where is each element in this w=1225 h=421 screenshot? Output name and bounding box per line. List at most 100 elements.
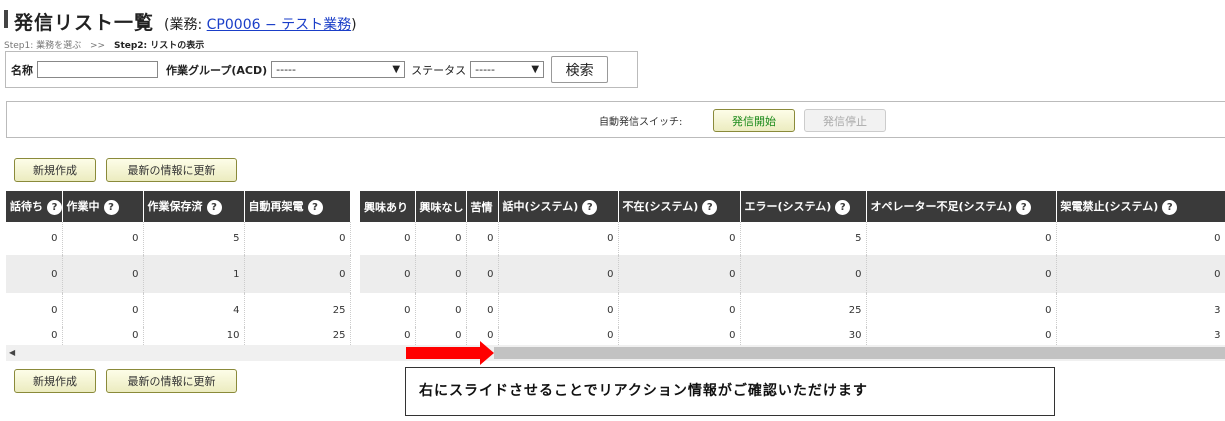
- red-arrow-icon: [406, 341, 494, 365]
- new-button-bottom[interactable]: 新規作成: [14, 369, 96, 393]
- name-input[interactable]: [37, 61, 158, 78]
- table-header-row: 話待ち? 作業中? 作業保存済? 自動再架電? 興味あり 興味なし 苦情 話中(システム)? 不…: [6, 191, 1225, 222]
- table-cell: 0: [866, 222, 1057, 255]
- group-label: 作業グループ(ACD): [166, 63, 268, 77]
- table-cell: 25: [244, 327, 351, 345]
- table-cell: 3: [1056, 293, 1225, 327]
- column-header-label: 作業保存済: [147, 200, 203, 214]
- help-icon[interactable]: ?: [47, 199, 61, 215]
- table-cell: 0: [866, 327, 1057, 345]
- help-icon[interactable]: ?: [1162, 199, 1178, 215]
- column-header-label: 架電禁止(システム): [1060, 200, 1159, 214]
- stop-dial-button: 発信停止: [804, 109, 886, 132]
- table-cell: 0: [62, 327, 144, 345]
- refresh-button-top[interactable]: 最新の情報に更新: [106, 158, 237, 182]
- new-button-top[interactable]: 新規作成: [14, 158, 96, 182]
- table-cell: 0: [360, 222, 416, 255]
- page-header: 発信リスト一覧 (業務: CP0006 − テスト業務): [4, 8, 357, 34]
- scroll-left-icon[interactable]: ◀: [9, 348, 15, 357]
- column-header-label: 興味あり: [364, 200, 408, 214]
- title-accent-bar: [4, 10, 8, 28]
- table-cell: 0: [6, 327, 63, 345]
- business-suffix: ): [351, 17, 357, 33]
- table-cell: 0: [466, 255, 499, 293]
- table-cell: 4: [143, 293, 245, 327]
- column-header: 自動再架電?: [244, 191, 351, 222]
- column-header: 興味なし: [415, 191, 467, 222]
- column-header: 興味あり: [360, 191, 416, 222]
- auto-dial-panel: 自動発信スイッチ: 発信開始 発信停止: [6, 101, 1225, 138]
- help-icon[interactable]: ?: [307, 199, 323, 215]
- table-cell: 0: [866, 255, 1057, 293]
- search-button[interactable]: 検索: [551, 56, 609, 83]
- auto-dial-label: 自動発信スイッチ:: [599, 117, 683, 128]
- table-cell: 0: [618, 293, 741, 327]
- column-header: 作業中?: [62, 191, 144, 222]
- help-icon[interactable]: ?: [206, 199, 222, 215]
- table-cell: 0: [244, 255, 351, 293]
- breadcrumb-separator: >>: [90, 41, 106, 51]
- table-cell: 5: [143, 222, 245, 255]
- table-cell: 1: [143, 255, 245, 293]
- column-header-label: 苦情: [470, 200, 493, 214]
- table-cell: 0: [618, 327, 741, 345]
- cell-gap: [350, 255, 360, 293]
- column-header: 話中(システム)?: [498, 191, 619, 222]
- refresh-button-bottom[interactable]: 最新の情報に更新: [106, 369, 237, 393]
- table-cell: 0: [6, 293, 63, 327]
- breadcrumb-step1[interactable]: Step1: 業務を選ぶ: [4, 41, 81, 51]
- column-header: 話待ち?: [6, 191, 63, 222]
- help-icon[interactable]: ?: [582, 199, 598, 215]
- table-cell: 0: [740, 255, 867, 293]
- table-cell: 0: [415, 255, 467, 293]
- horizontal-scrollbar[interactable]: ◀: [6, 345, 1225, 361]
- table-cell: 0: [498, 222, 619, 255]
- group-select-value: -----: [276, 63, 296, 76]
- table-cell: 10: [143, 327, 245, 345]
- table-cell: 30: [740, 327, 867, 345]
- table-cell: 25: [740, 293, 867, 327]
- table-cell: 0: [1056, 222, 1225, 255]
- column-header-label: 興味なし: [419, 200, 464, 214]
- column-header-label: エラー(システム): [744, 200, 832, 214]
- help-icon[interactable]: ?: [835, 199, 851, 215]
- table-cell: 0: [360, 293, 416, 327]
- column-header-label: 自動再架電: [248, 200, 304, 214]
- status-select-value: -----: [475, 63, 495, 76]
- table-cell: 0: [6, 222, 63, 255]
- name-label: 名称: [11, 63, 33, 77]
- chevron-down-icon: ▼: [531, 64, 540, 75]
- table-cell: 0: [1056, 255, 1225, 293]
- business-prefix: (業務:: [164, 17, 207, 33]
- scroll-hint-note: 右にスライドさせることでリアクション情報がご確認いただけます: [405, 367, 1055, 416]
- table-row: 0 0 4 25 0 0 0 0 0 25 0 3: [6, 293, 1225, 327]
- column-header-label: 作業中: [66, 200, 100, 214]
- breadcrumb: Step1: 業務を選ぶ >> Step2: リストの表示: [4, 38, 204, 51]
- business-link[interactable]: CP0006 − テスト業務: [207, 17, 351, 33]
- cell-gap: [350, 327, 360, 345]
- table-row: 005000000500: [6, 222, 1225, 255]
- status-label: ステータス: [411, 63, 467, 77]
- scrollbar-thumb[interactable]: [494, 347, 1225, 359]
- table-cell: 5: [740, 222, 867, 255]
- column-gap: [350, 191, 360, 222]
- group-select[interactable]: ----- ▼: [271, 61, 406, 78]
- table-row: 001000000000: [6, 255, 1225, 293]
- column-header: 作業保存済?: [143, 191, 245, 222]
- help-icon[interactable]: ?: [103, 199, 119, 215]
- table-cell: 25: [244, 293, 351, 327]
- column-header: 苦情: [466, 191, 499, 222]
- start-dial-button[interactable]: 発信開始: [713, 109, 795, 132]
- table-cell: 0: [62, 293, 144, 327]
- help-icon[interactable]: ?: [702, 199, 718, 215]
- table-cell: 0: [466, 222, 499, 255]
- breadcrumb-step2: Step2: リストの表示: [113, 41, 205, 51]
- column-header: エラー(システム)?: [740, 191, 867, 222]
- table-cell: 0: [498, 327, 619, 345]
- status-select[interactable]: ----- ▼: [470, 61, 545, 78]
- table-cell: 0: [498, 255, 619, 293]
- help-icon[interactable]: ?: [1016, 199, 1032, 215]
- cell-gap: [350, 222, 360, 255]
- column-header-label: オペレーター不足(システム): [870, 200, 1013, 214]
- column-header: オペレーター不足(システム)?: [866, 191, 1057, 222]
